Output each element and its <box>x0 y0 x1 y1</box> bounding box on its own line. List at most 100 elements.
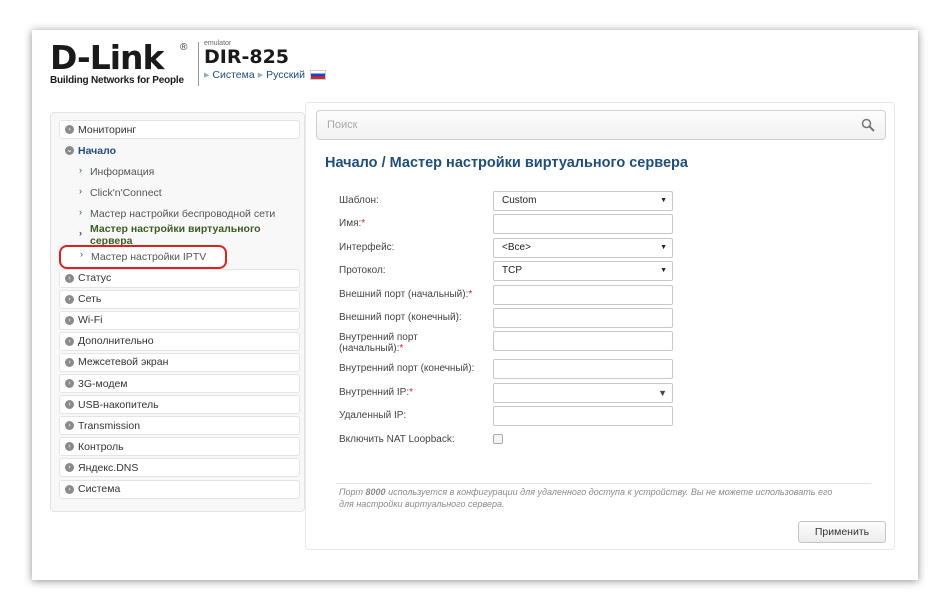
ext-port-start-label: Внешний порт (начальный):* <box>339 289 489 300</box>
interface-row: Интерфейс: <Все> <box>339 237 699 261</box>
interface-label: Интерфейс: <box>339 241 395 253</box>
virtual-server-form: Шаблон: Custom Имя:* Интерфейс: <Все> Пр… <box>339 191 699 453</box>
chevron-right-icon: › <box>65 315 74 325</box>
sidebar-item-start[interactable]: ⌄ Начало <box>59 141 300 160</box>
sidebar-item-control[interactable]: › Контроль <box>59 437 300 457</box>
int-port-end-label: Внутренний порт (конечный): <box>339 363 475 375</box>
protocol-select[interactable]: TCP <box>493 261 673 282</box>
nat-loopback-row: Включить NAT Loopback: <box>339 430 699 453</box>
sidebar-subitem-iptv-wizard[interactable]: › Мастер настройки IPTV <box>59 244 227 269</box>
search-input[interactable] <box>317 111 837 139</box>
arrow-right-icon: › <box>79 207 82 218</box>
sidebar-item-usb-storage[interactable]: › USB-накопитель <box>59 395 300 415</box>
chevron-right-icon: › <box>65 273 74 283</box>
sidebar-item-label: Яндекс.DNS <box>78 461 139 474</box>
port-note: Порт 8000 используется в конфигурации дл… <box>339 486 839 510</box>
sidebar-item-advanced[interactable]: › Дополнительно <box>59 331 300 351</box>
model-name: DIR-825 <box>204 46 290 68</box>
nat-loopback-label: Включить NAT Loopback: <box>339 433 455 445</box>
dlink-logo: D-Link ® Building Networks for People <box>50 41 210 88</box>
sidebar-item-yandex-dns[interactable]: › Яндекс.DNS <box>59 458 300 478</box>
chevron-right-icon: › <box>65 484 74 494</box>
sidebar-subitem-clickconnect[interactable]: › Click'n'Connect <box>59 183 300 202</box>
note-text-1: Порт <box>339 487 366 497</box>
protocol-label: Протокол: <box>339 265 386 277</box>
int-ip-row: Внутренний IP:* <box>339 382 699 406</box>
sidebar-item-label: Информация <box>90 165 155 178</box>
required-mark: * <box>399 343 404 355</box>
sidebar-item-label: Межсетевой экран <box>78 356 169 369</box>
sidebar-item-label: Click'n'Connect <box>90 186 162 199</box>
ext-port-start-row: Внешний порт (начальный):* <box>339 284 699 308</box>
ext-port-start-input[interactable] <box>493 284 673 305</box>
remote-ip-row: Удаленный IP: <box>339 406 699 429</box>
protocol-row: Протокол: TCP <box>339 261 699 284</box>
int-port-end-input[interactable] <box>493 359 673 380</box>
chevron-right-icon: › <box>65 357 74 367</box>
sidebar-item-system[interactable]: › Система <box>59 479 300 499</box>
arrow-right-icon: › <box>79 165 82 176</box>
sidebar-item-label: 3G-модем <box>78 377 128 390</box>
main-panel: Начало / Мастер настройки виртуального с… <box>305 102 895 550</box>
ext-port-end-input[interactable] <box>493 307 673 328</box>
sidebar-item-transmission[interactable]: › Transmission <box>59 416 300 436</box>
arrow-right-icon: › <box>79 186 82 197</box>
template-select[interactable]: Custom <box>493 191 673 211</box>
chevron-right-icon: › <box>65 400 74 410</box>
sidebar-item-network[interactable]: › Сеть <box>59 289 300 309</box>
sidebar-item-label: Дополнительно <box>78 335 154 348</box>
sidebar-item-label: USB-накопитель <box>78 398 159 411</box>
name-row: Имя:* <box>339 214 699 237</box>
sidebar-item-3g-modem[interactable]: › 3G-модем <box>59 374 300 394</box>
arrow-right-icon: › <box>80 248 83 259</box>
sidebar-item-monitoring[interactable]: › Мониторинг <box>59 120 300 139</box>
required-mark: * <box>409 386 414 398</box>
name-label-text: Имя: <box>339 218 362 230</box>
language-link[interactable]: Русский <box>266 69 305 81</box>
int-port-start-label-line2: (начальный): <box>339 343 400 355</box>
chevron-right-icon: › <box>65 442 74 452</box>
sidebar-item-label: Статус <box>78 272 112 285</box>
int-port-start-label-line1: Внутренний порт <box>339 332 418 344</box>
sidebar-subitem-info[interactable]: › Информация <box>59 162 300 181</box>
chevron-right-icon: › <box>65 125 74 134</box>
remote-ip-input[interactable] <box>493 406 673 427</box>
ext-port-end-label: Внешний порт (конечный): <box>339 311 462 323</box>
nat-loopback-checkbox[interactable] <box>493 433 503 444</box>
note-port: 8000 <box>365 487 386 497</box>
ext-port-end-row: Внешний порт (конечный): <box>339 307 699 331</box>
apply-button[interactable]: Применить <box>798 521 886 543</box>
sidebar-subitem-virtual-server-wizard[interactable]: › Мастер настройки виртуального сервера <box>59 223 300 247</box>
chevron-right-icon: › <box>65 421 74 431</box>
int-port-start-input[interactable] <box>493 331 673 352</box>
search-bar <box>316 110 886 140</box>
required-mark: * <box>361 218 366 230</box>
chevron-right-icon: › <box>65 294 74 304</box>
system-link[interactable]: Система <box>212 69 254 81</box>
required-mark: * <box>468 288 473 300</box>
name-input[interactable] <box>493 214 673 235</box>
interface-select[interactable]: <Все> <box>493 237 673 258</box>
header-divider <box>198 42 199 86</box>
sidebar-item-wifi[interactable]: › Wi-Fi <box>59 310 300 330</box>
sidebar-item-label: Мастер настройки беспроводной сети <box>90 207 276 220</box>
sidebar-item-label: Wi-Fi <box>78 314 103 327</box>
sidebar-subitem-wireless-wizard[interactable]: › Мастер настройки беспроводной сети <box>59 204 300 223</box>
int-port-end-row: Внутренний порт (конечный): <box>339 359 699 382</box>
search-icon[interactable] <box>861 118 875 132</box>
page-title: Начало / Мастер настройки виртуального с… <box>325 155 688 171</box>
sidebar-item-label: Сеть <box>78 293 102 306</box>
triangle-icon: ▶ <box>204 72 210 79</box>
int-ip-combobox[interactable] <box>493 382 673 403</box>
sidebar-item-label: Система <box>78 483 121 495</box>
sidebar-item-label: Начало <box>78 144 117 157</box>
int-port-start-label: Внутренний порт (начальный):* <box>339 332 489 354</box>
header-links: ▶ Система ▶ Русский <box>204 69 327 81</box>
sidebar-item-firewall[interactable]: › Межсетевой экран <box>59 352 300 372</box>
chevron-right-icon: › <box>65 463 74 473</box>
model-block: emulator DIR-825 ▶ Система ▶ Русский <box>204 40 327 81</box>
note-divider <box>336 483 871 484</box>
russian-flag-icon[interactable] <box>310 70 327 80</box>
header: D-Link ® Building Networks for People em… <box>32 30 918 100</box>
sidebar-item-status[interactable]: › Статус <box>59 268 300 288</box>
